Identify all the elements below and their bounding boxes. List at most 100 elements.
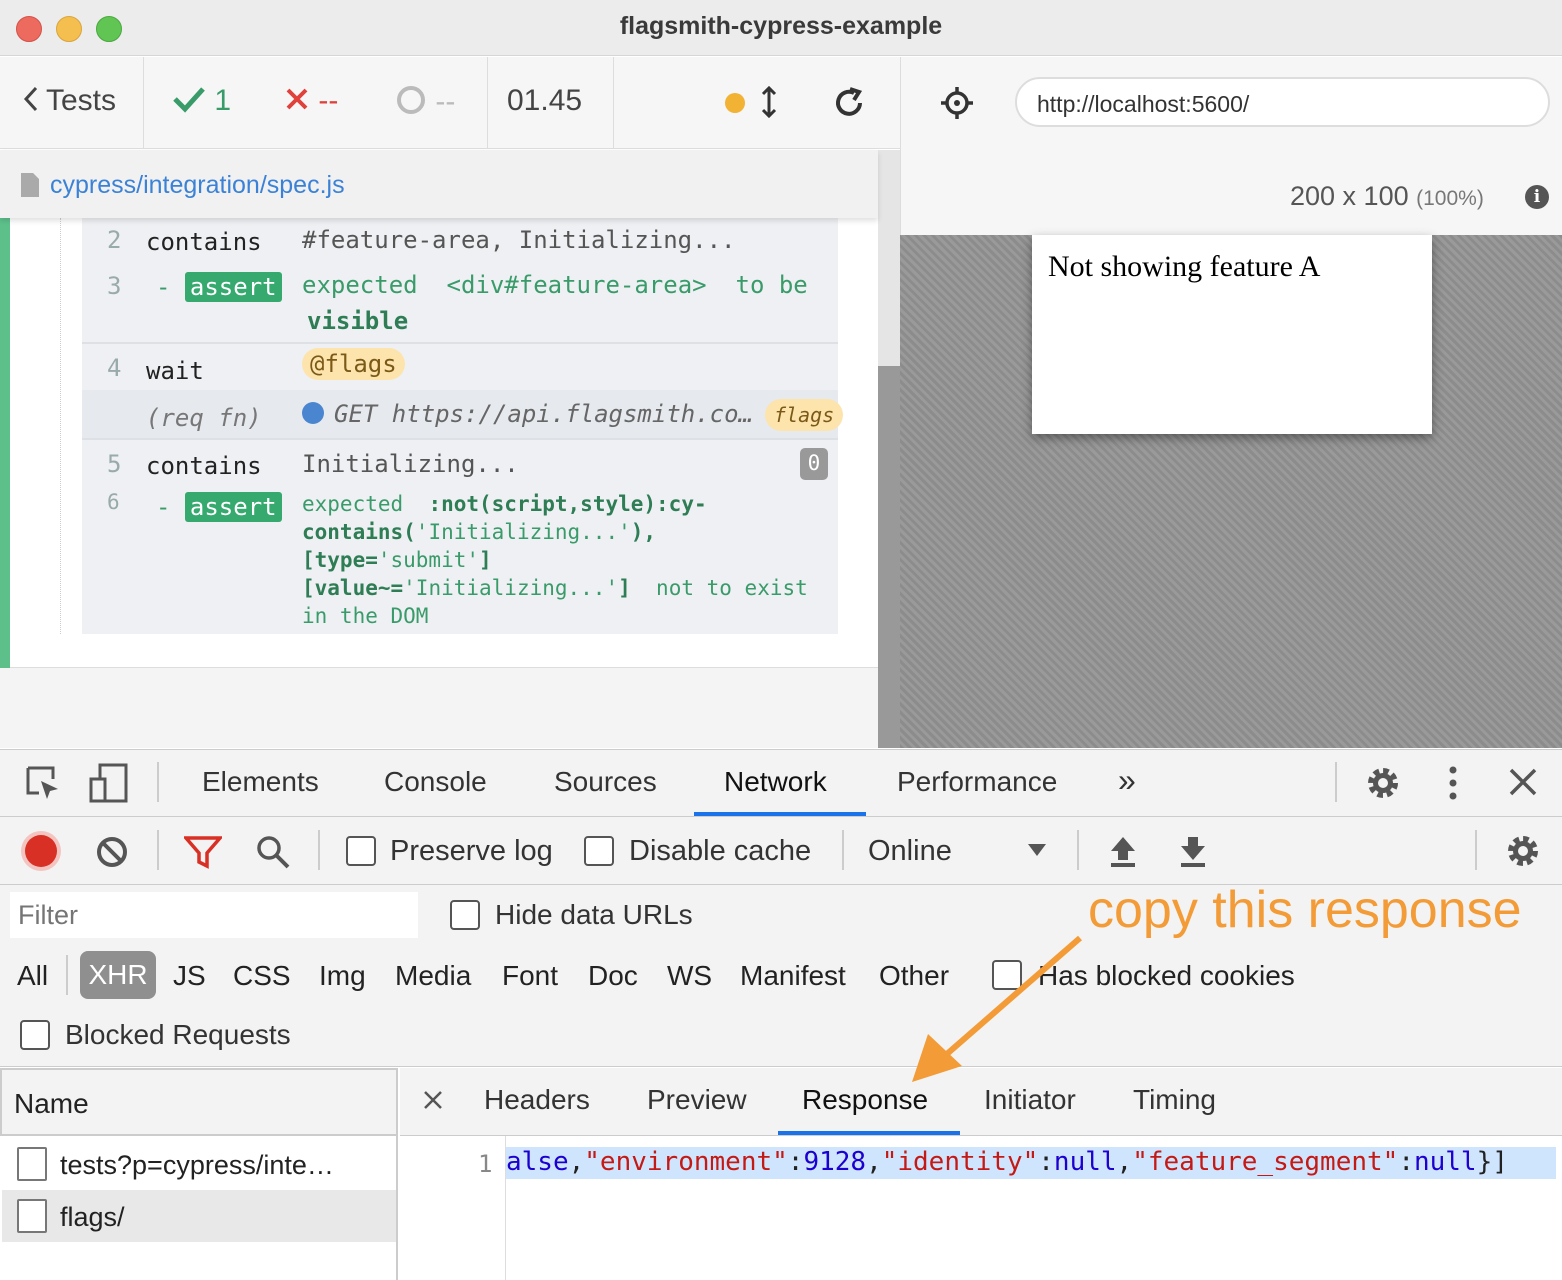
pending-circle-icon xyxy=(397,86,425,114)
request-message[interactable]: GET https://api.flagsmith.co… xyxy=(334,400,753,428)
more-tabs-button[interactable]: » xyxy=(1118,762,1136,799)
inspect-element-icon[interactable] xyxy=(25,765,61,801)
response-token: : xyxy=(787,1147,804,1177)
filter-type-doc[interactable]: Doc xyxy=(588,958,638,994)
command-message[interactable]: #feature-area, Initializing... xyxy=(302,226,735,254)
filter-type-media[interactable]: Media xyxy=(395,958,471,994)
assert-subject: ] xyxy=(479,548,492,572)
search-icon[interactable] xyxy=(255,834,291,870)
response-line[interactable]: alse,"environment":9128,"identity":null,… xyxy=(506,1147,1556,1179)
hide-data-urls-label: Hide data URLs xyxy=(495,899,693,930)
tab-console[interactable]: Console xyxy=(384,766,487,798)
command-log-scrollbar-thumb[interactable] xyxy=(878,366,900,748)
response-token: null xyxy=(1413,1147,1477,1177)
pending-number: -- xyxy=(435,85,456,118)
assert-message[interactable]: expected :not(script,style):cy- contains… xyxy=(302,490,808,630)
filter-type-all[interactable]: All xyxy=(17,958,48,994)
assert-subject: :not(script,style):cy- xyxy=(428,492,707,516)
tab-network[interactable]: Network xyxy=(724,766,827,798)
assert-expected-value: visible xyxy=(307,307,409,335)
alias-pill[interactable]: @flags xyxy=(302,348,405,380)
alias-label: @flags xyxy=(302,348,405,380)
passed-count[interactable]: 1 xyxy=(172,84,231,118)
command-name[interactable]: wait xyxy=(146,357,204,385)
response-token: , xyxy=(866,1147,882,1177)
request-label: (req fn) xyxy=(146,404,262,432)
divider xyxy=(613,57,614,149)
response-token: , xyxy=(568,1147,585,1177)
assert-message[interactable]: expected <div#feature-area> to be xyxy=(302,271,808,299)
tab-preview[interactable]: Preview xyxy=(647,1084,747,1116)
preserve-log-checkbox[interactable] xyxy=(346,836,376,866)
divider xyxy=(157,830,159,870)
clear-icon[interactable] xyxy=(95,835,129,869)
command-number: 6 xyxy=(107,490,120,514)
response-token: alse xyxy=(506,1147,569,1177)
filter-type-xhr[interactable]: XHR xyxy=(80,951,156,999)
network-settings-gear-icon[interactable] xyxy=(1504,832,1542,870)
request-row-selected[interactable]: flags/ xyxy=(2,1190,396,1242)
divider xyxy=(1335,762,1337,802)
tree-guide xyxy=(60,218,61,634)
assert-text: expected xyxy=(302,271,418,299)
divider xyxy=(66,955,68,995)
divider xyxy=(82,342,838,344)
close-devtools-icon[interactable] xyxy=(1508,767,1538,797)
tab-sources[interactable]: Sources xyxy=(554,766,657,798)
tab-headers[interactable]: Headers xyxy=(484,1084,590,1116)
tab-timing[interactable]: Timing xyxy=(1133,1084,1216,1116)
command-message[interactable]: Initializing... xyxy=(302,450,519,478)
annotation-arrow-icon xyxy=(912,935,1082,1082)
chevron-down-icon[interactable] xyxy=(1027,843,1047,857)
divider xyxy=(318,830,320,870)
assert-command[interactable]: - assert xyxy=(156,492,282,522)
record-button[interactable] xyxy=(25,835,57,867)
active-tab-indicator xyxy=(778,1131,960,1135)
assert-subject: contains( xyxy=(302,520,416,544)
url-bar[interactable]: http://localhost:5600/ xyxy=(1015,77,1550,127)
command-name[interactable]: contains xyxy=(146,452,262,480)
device-toolbar-icon[interactable] xyxy=(88,763,130,803)
pending-count[interactable]: -- xyxy=(395,84,455,119)
more-options-icon[interactable] xyxy=(1446,764,1460,802)
assert-command[interactable]: - assert xyxy=(156,272,282,302)
filter-type-ws[interactable]: WS xyxy=(667,958,712,994)
passed-number: 1 xyxy=(214,84,232,117)
chevron-left-icon xyxy=(23,86,38,112)
settings-gear-icon[interactable] xyxy=(1364,764,1402,802)
close-detail-icon[interactable] xyxy=(423,1090,443,1110)
tab-performance[interactable]: Performance xyxy=(897,766,1057,798)
failed-number: -- xyxy=(318,84,339,117)
tab-elements[interactable]: Elements xyxy=(202,766,319,798)
reload-icon[interactable] xyxy=(832,86,866,120)
expand-vertical-icon[interactable] xyxy=(760,86,778,118)
x-icon xyxy=(286,88,308,110)
filter-type-manifest[interactable]: Manifest xyxy=(740,958,846,994)
name-column-header[interactable]: Name xyxy=(0,1068,398,1136)
filter-input[interactable] xyxy=(10,892,418,938)
throttling-select[interactable]: Online xyxy=(868,835,952,868)
command-name[interactable]: contains xyxy=(146,228,262,256)
filter-type-img[interactable]: Img xyxy=(319,958,366,994)
viewport-dimensions: 200 x 100 xyxy=(1290,181,1409,211)
selector-playground-icon[interactable] xyxy=(940,86,974,120)
back-to-tests-link[interactable]: Tests xyxy=(22,84,116,118)
export-har-icon[interactable] xyxy=(1178,834,1208,868)
divider xyxy=(487,57,488,149)
info-icon[interactable]: i xyxy=(1525,185,1549,209)
filter-icon[interactable] xyxy=(184,835,222,869)
response-token: : xyxy=(1398,1147,1414,1177)
hide-data-urls-checkbox[interactable] xyxy=(450,900,480,930)
failed-count[interactable]: -- xyxy=(284,84,338,118)
filter-type-css[interactable]: CSS xyxy=(233,958,291,994)
active-tab-indicator xyxy=(694,812,866,816)
spec-path-link[interactable]: cypress/integration/spec.js xyxy=(50,171,345,200)
import-har-icon[interactable] xyxy=(1108,834,1138,868)
filter-type-js[interactable]: JS xyxy=(173,958,206,994)
request-alias-badge: flags xyxy=(765,399,844,431)
filter-type-font[interactable]: Font xyxy=(502,958,558,994)
request-row[interactable]: tests?p=cypress/inte… xyxy=(2,1138,396,1190)
blocked-requests-checkbox[interactable] xyxy=(20,1020,50,1050)
disable-cache-checkbox[interactable] xyxy=(584,836,614,866)
response-token: "environment" xyxy=(584,1147,788,1177)
